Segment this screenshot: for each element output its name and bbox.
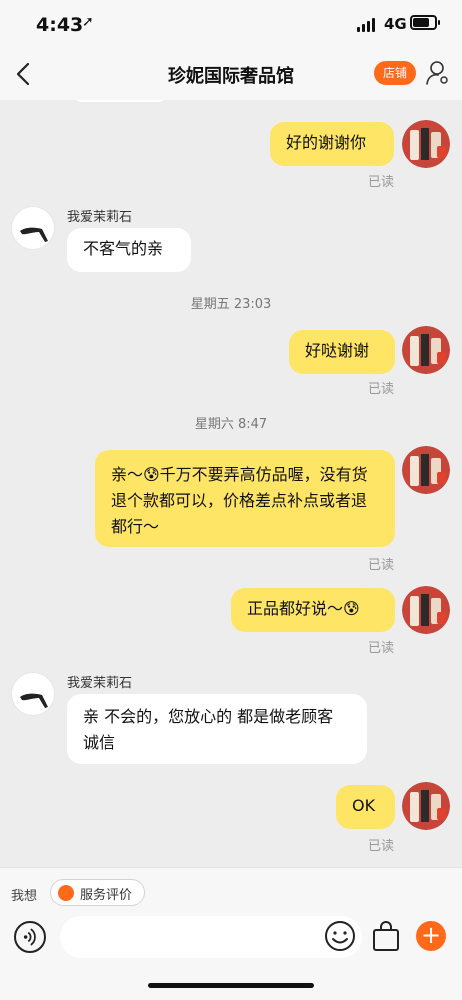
battery-icon xyxy=(410,15,440,30)
message-input[interactable] xyxy=(60,916,362,958)
my-avatar[interactable] xyxy=(402,446,450,494)
partial-message xyxy=(72,100,168,102)
service-icon xyxy=(58,885,74,901)
message-bubble-sent[interactable]: 好的谢谢你 xyxy=(270,122,394,166)
message-bubble-sent[interactable]: 正品都好说～😰 xyxy=(231,588,395,632)
user-settings-icon[interactable] xyxy=(426,60,450,86)
message-bubble-sent[interactable]: 好哒谢谢 xyxy=(289,330,395,374)
signal-icon xyxy=(357,18,377,32)
read-status: 已读 xyxy=(367,175,394,190)
message-bubble-received[interactable]: 不客气的亲 xyxy=(67,228,191,272)
think-label: 我想 xyxy=(11,889,38,904)
plus-icon[interactable]: + xyxy=(416,921,446,951)
service-review-label: 服务评价 xyxy=(80,888,133,903)
read-status: 已读 xyxy=(367,382,394,397)
timestamp: 星期六 8:47 xyxy=(194,417,268,432)
chat-area[interactable]: 好的谢谢你 已读 我爱茉莉石 不客气的亲 星期五 23:03 好哒谢谢 已读 星… xyxy=(0,100,462,867)
shop-button[interactable]: 店铺 xyxy=(374,61,416,85)
shop-nickname: 我爱茉莉石 xyxy=(67,676,133,691)
shop-avatar[interactable] xyxy=(11,206,55,250)
my-avatar[interactable] xyxy=(402,782,450,830)
network-type: 4G xyxy=(384,15,407,33)
shop-avatar[interactable] xyxy=(11,672,55,716)
shopping-bag-icon[interactable] xyxy=(372,920,400,952)
emoji-icon[interactable] xyxy=(324,920,356,952)
home-indicator xyxy=(148,983,314,988)
message-bubble-sent[interactable]: OK xyxy=(336,785,395,829)
read-status: 已读 xyxy=(367,558,394,573)
message-bubble-received[interactable]: 亲 不会的，您放心的 都是做老顾客 诚信 xyxy=(67,694,367,764)
read-status: 已读 xyxy=(367,839,394,854)
read-status: 已读 xyxy=(367,641,394,656)
my-avatar[interactable] xyxy=(402,586,450,634)
timestamp: 星期五 23:03 xyxy=(190,297,272,312)
service-review-chip[interactable]: 服务评价 xyxy=(50,879,145,906)
my-avatar[interactable] xyxy=(402,326,450,374)
location-arrow-icon: ➚ xyxy=(82,14,94,30)
my-avatar[interactable] xyxy=(402,120,450,168)
bottom-bar: 我想 服务评价 + xyxy=(0,867,462,1000)
status-time: 4:43 xyxy=(36,14,84,36)
nav-bar: 珍妮国际奢品馆 店铺 xyxy=(0,48,462,100)
status-bar: 4:43 ➚ 4G xyxy=(0,0,462,48)
message-bubble-sent[interactable]: 亲～😰千万不要弄高仿品喔，没有货退个款都可以，价格差点补点或者退都行～ xyxy=(95,450,395,547)
voice-icon[interactable] xyxy=(14,921,46,953)
shop-nickname: 我爱茉莉石 xyxy=(67,210,133,225)
